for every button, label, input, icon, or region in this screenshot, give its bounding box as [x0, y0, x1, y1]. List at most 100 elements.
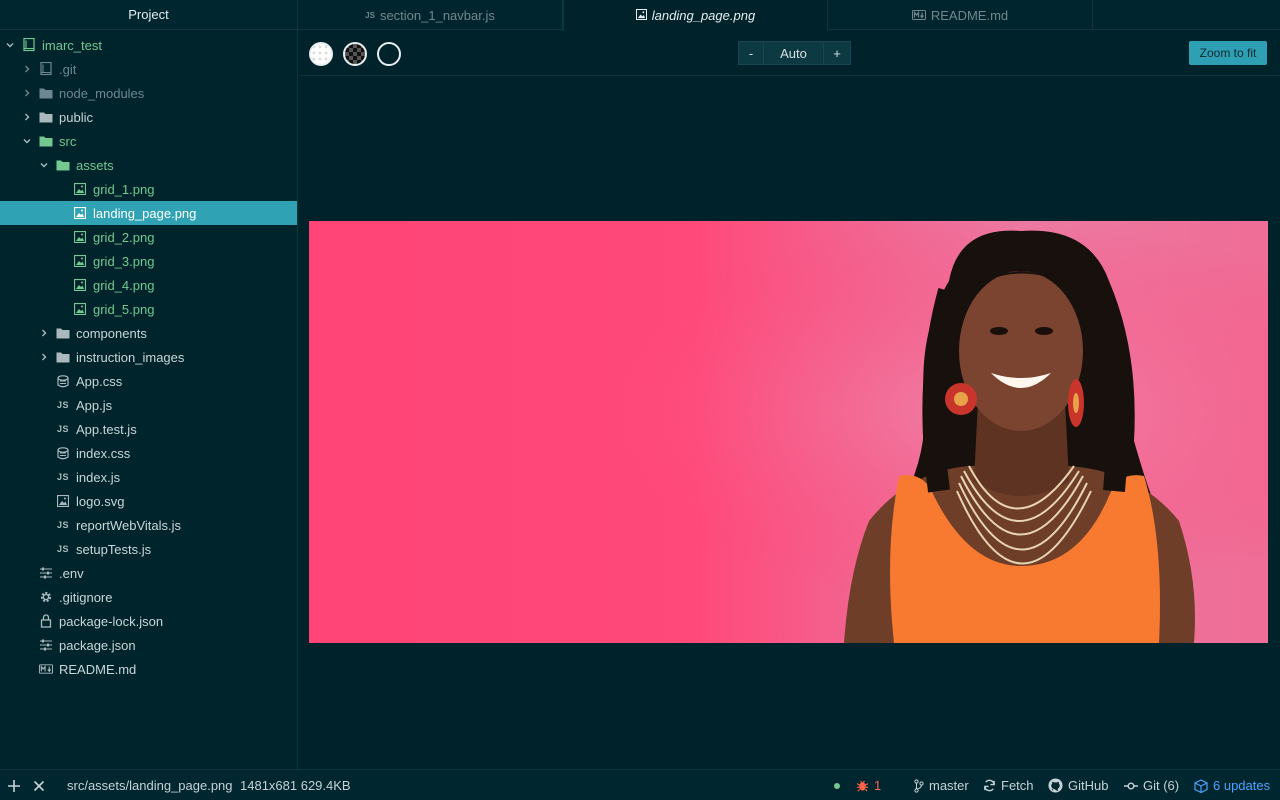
chevron-right-icon[interactable]	[38, 351, 50, 363]
tree-item-node-modules[interactable]: node_modules	[0, 81, 297, 105]
js-icon: JS	[56, 424, 69, 434]
image-icon	[73, 278, 87, 292]
transparent-background-button[interactable]	[309, 42, 333, 66]
tree-item-grid-3-png[interactable]: grid_3.png	[0, 249, 297, 273]
tree-item-instruction-images[interactable]: instruction_images	[0, 345, 297, 369]
fetch-button[interactable]: Fetch	[983, 770, 1034, 800]
tree-item-package-lock-json[interactable]: package-lock.json	[0, 609, 297, 633]
tree-item-label: grid_1.png	[93, 181, 155, 197]
tree-item-package-json[interactable]: package.json	[0, 633, 297, 657]
tree-item-index-js[interactable]: JS index.js	[0, 465, 297, 489]
chevron-down-icon[interactable]	[21, 135, 33, 147]
tree-item-label: components	[76, 325, 147, 341]
tab-section-1-navbar[interactable]: JS section_1_navbar.js	[298, 0, 563, 30]
branch-selector[interactable]: master	[914, 770, 969, 800]
settings-sliders-icon	[39, 638, 53, 652]
chevron-right-icon[interactable]	[21, 87, 33, 99]
tree-item-logo-svg[interactable]: logo.svg	[0, 489, 297, 513]
tree-item-index-css[interactable]: index.css	[0, 441, 297, 465]
tree-item-app-test-js[interactable]: JS App.test.js	[0, 417, 297, 441]
no-background-button[interactable]	[377, 42, 401, 66]
tab-landing-page[interactable]: landing_page.png	[563, 0, 828, 31]
fetch-label: Fetch	[1001, 778, 1034, 793]
chevron-right-icon[interactable]	[38, 327, 50, 339]
tree-item-reportwebvitals-js[interactable]: JS reportWebVitals.js	[0, 513, 297, 537]
project-sidebar: Project imarc_test .git node_modulespublic…	[0, 0, 298, 769]
js-icon: JS	[365, 10, 375, 20]
tree-item-label: public	[59, 109, 93, 125]
tab-readme[interactable]: README.md	[828, 0, 1093, 30]
chevron-down-icon[interactable]	[4, 39, 16, 51]
tree-item-label: grid_5.png	[93, 301, 155, 317]
tree-item-components[interactable]: components	[0, 321, 297, 345]
close-tab-button[interactable]	[33, 770, 45, 800]
git-panel-button[interactable]: Git (6)	[1124, 770, 1179, 800]
add-tab-button[interactable]	[7, 770, 21, 800]
tab-label: landing_page.png	[651, 8, 756, 23]
tree-item-git[interactable]: .git	[0, 57, 297, 81]
github-icon	[1048, 778, 1063, 793]
tree-item-label: grid_3.png	[93, 253, 155, 269]
issues-indicator[interactable]: 1	[856, 770, 881, 800]
image-preview	[309, 221, 1268, 643]
tree-item-app-js[interactable]: JS App.js	[0, 393, 297, 417]
tree-item-grid-2-png[interactable]: grid_2.png	[0, 225, 297, 249]
js-icon: JS	[56, 400, 69, 410]
tree-item-label: App.test.js	[76, 421, 137, 437]
zoom-to-fit-button[interactable]: Zoom to fit	[1189, 41, 1267, 65]
tree-item-gitignore[interactable]: .gitignore	[0, 585, 297, 609]
zoom-in-button[interactable]: +	[823, 41, 851, 65]
folder-icon	[39, 110, 53, 124]
tree-item-label: App.js	[76, 397, 113, 413]
dark-background-button[interactable]	[343, 42, 367, 66]
updates-button[interactable]: 6 updates	[1194, 770, 1270, 800]
tree-item-label: landing_page.png	[93, 205, 197, 221]
tree-item-label: index.js	[76, 469, 121, 485]
tree-item-readme-md[interactable]: README.md	[0, 657, 297, 681]
tree-item-env[interactable]: .env	[0, 561, 297, 585]
folder-icon	[39, 134, 53, 148]
tree-item-imarc-test[interactable]: imarc_test	[0, 33, 297, 57]
file-path[interactable]: src/assets/landing_page.png	[67, 770, 233, 800]
tree-item-label: grid_4.png	[93, 277, 155, 293]
tree-item-label: grid_2.png	[93, 229, 155, 245]
image-icon	[635, 8, 647, 23]
tree-item-public[interactable]: public	[0, 105, 297, 129]
tab-bar: JS section_1_navbar.js landing_page.png …	[298, 0, 1280, 31]
tree-item-app-css[interactable]: App.css	[0, 369, 297, 393]
image-icon	[56, 494, 70, 508]
tree-item-grid-4-png[interactable]: grid_4.png	[0, 273, 297, 297]
tree-item-label: src	[59, 133, 77, 149]
chevron-down-icon[interactable]	[38, 159, 50, 171]
tree-item-src[interactable]: src	[0, 129, 297, 153]
tree-item-label: reportWebVitals.js	[76, 517, 182, 533]
chevron-right-icon[interactable]	[21, 111, 33, 123]
zoom-level-button[interactable]: Auto	[764, 41, 823, 65]
tree-item-label: instruction_images	[76, 349, 185, 365]
tree-item-grid-5-png[interactable]: grid_5.png	[0, 297, 297, 321]
tree-item-assets[interactable]: assets	[0, 153, 297, 177]
folder-icon	[56, 326, 70, 340]
tree-item-grid-1-png[interactable]: grid_1.png	[0, 177, 297, 201]
zoom-out-button[interactable]: -	[738, 41, 764, 65]
tree-item-setuptests-js[interactable]: JS setupTests.js	[0, 537, 297, 561]
tree-item-landing-page-png[interactable]: landing_page.png	[0, 201, 297, 225]
tree-item-label: App.css	[76, 373, 123, 389]
github-button[interactable]: GitHub	[1048, 770, 1108, 800]
zoom-controls: - Auto +	[738, 41, 851, 65]
folder-icon	[39, 86, 53, 100]
chevron-right-icon[interactable]	[21, 63, 33, 75]
sidebar-title: Project	[0, 0, 297, 30]
